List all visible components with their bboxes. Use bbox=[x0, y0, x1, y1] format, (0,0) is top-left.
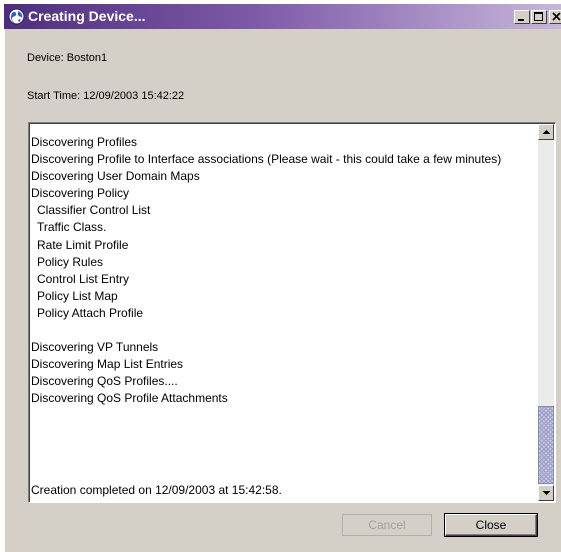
log-line: Control List Entry bbox=[37, 271, 130, 286]
start-time-label: Start Time: 12/09/2003 15:42:22 bbox=[27, 90, 185, 102]
log-line: Traffic Class. bbox=[37, 220, 107, 235]
log-line: Policy List Map bbox=[37, 288, 118, 303]
close-window-button[interactable] bbox=[549, 10, 561, 24]
log-line: Discovering Profiles bbox=[31, 135, 138, 149]
maximize-icon bbox=[534, 12, 543, 21]
scroll-up-button[interactable] bbox=[538, 124, 554, 140]
log-textarea[interactable]: Discovering Profiles Discovering Profile … bbox=[28, 122, 556, 503]
completion-message: Creation completed on 12/09/2003 at 15:4… bbox=[31, 483, 282, 497]
log-line: Rate Limit Profile bbox=[37, 237, 129, 252]
log-line: Discovering QoS Profile Attachments bbox=[31, 391, 228, 406]
vertical-scrollbar[interactable] bbox=[538, 124, 554, 501]
log-line: Discovering Policy bbox=[31, 186, 130, 201]
app-globe-icon bbox=[8, 8, 25, 25]
log-line: Discovering Map List Entries bbox=[31, 357, 184, 372]
log-line: Discovering VP Tunnels bbox=[31, 340, 159, 355]
log-line: Policy Rules bbox=[37, 254, 104, 269]
close-button[interactable]: Close bbox=[445, 514, 537, 536]
log-lines: Discovering Profiles Discovering Profile … bbox=[31, 134, 537, 408]
log-line: Policy Attach Profile bbox=[37, 305, 144, 320]
log-line: Discovering QoS Profiles.... bbox=[31, 374, 178, 389]
arrow-down-icon bbox=[542, 491, 551, 495]
device-label: Device: Boston1 bbox=[27, 52, 108, 64]
minimize-icon bbox=[518, 19, 524, 21]
arrow-up-icon bbox=[542, 130, 551, 134]
maximize-button[interactable] bbox=[531, 10, 547, 24]
window-title: Creating Device... bbox=[28, 8, 146, 24]
cancel-button[interactable]: Cancel bbox=[342, 514, 432, 536]
log-line: Discovering User Domain Maps bbox=[31, 169, 200, 184]
log-line: Classifier Control List bbox=[37, 203, 151, 218]
title-bar[interactable]: Creating Device... bbox=[4, 4, 561, 29]
minimize-button[interactable] bbox=[514, 10, 530, 24]
scroll-down-button[interactable] bbox=[538, 485, 554, 501]
close-icon bbox=[552, 12, 561, 21]
log-line: Discovering Profile to Interface associa… bbox=[31, 152, 502, 167]
scrollbar-thumb[interactable] bbox=[538, 406, 554, 484]
